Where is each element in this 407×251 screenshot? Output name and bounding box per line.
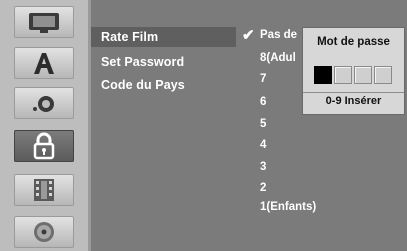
film-icon[interactable] xyxy=(14,174,74,206)
menu-item-label: Set Password xyxy=(101,55,185,69)
pin-digit-box[interactable] xyxy=(314,66,332,84)
pin-digit-box[interactable] xyxy=(334,66,352,84)
language-icon[interactable] xyxy=(14,47,74,79)
menu-item-label: Code du Pays xyxy=(101,78,185,92)
password-dialog-title: Mot de passe xyxy=(317,36,390,48)
pin-digit-box[interactable] xyxy=(374,66,392,84)
lock-icon[interactable] xyxy=(14,130,74,162)
password-dialog: Mot de passe 0-9 Insérer xyxy=(302,27,405,115)
divider xyxy=(303,92,404,93)
rating-option[interactable]: 8(Adul xyxy=(260,52,296,64)
category-icon-bar xyxy=(0,0,88,251)
display-icon[interactable] xyxy=(14,6,74,38)
menu-item-country-code[interactable]: Code du Pays xyxy=(101,78,185,92)
rating-option[interactable]: 2 xyxy=(260,182,266,194)
menu-item-label: Rate Film xyxy=(101,30,159,44)
rating-option[interactable]: Pas de xyxy=(260,29,297,41)
audio-icon[interactable] xyxy=(14,87,74,119)
setup-screen: Rate Film Set Password Code du Pays ✔ Pa… xyxy=(0,0,407,251)
checkmark-icon: ✔ xyxy=(242,27,255,44)
pin-digit-box[interactable] xyxy=(354,66,372,84)
rating-option[interactable]: 6 xyxy=(260,96,266,108)
rating-option[interactable]: 7 xyxy=(260,73,266,85)
rating-option[interactable]: 1(Enfants) xyxy=(260,201,316,213)
disc-icon[interactable] xyxy=(14,216,74,248)
rating-option[interactable]: 4 xyxy=(260,139,266,151)
rating-option[interactable]: 5 xyxy=(260,118,266,130)
rating-option[interactable]: 3 xyxy=(260,161,266,173)
settings-menu: Rate Film Set Password Code du Pays xyxy=(88,0,239,251)
menu-item-rate-film[interactable]: Rate Film xyxy=(91,27,239,47)
menu-item-set-password[interactable]: Set Password xyxy=(101,55,184,69)
password-hint: 0-9 Insérer xyxy=(325,95,382,107)
